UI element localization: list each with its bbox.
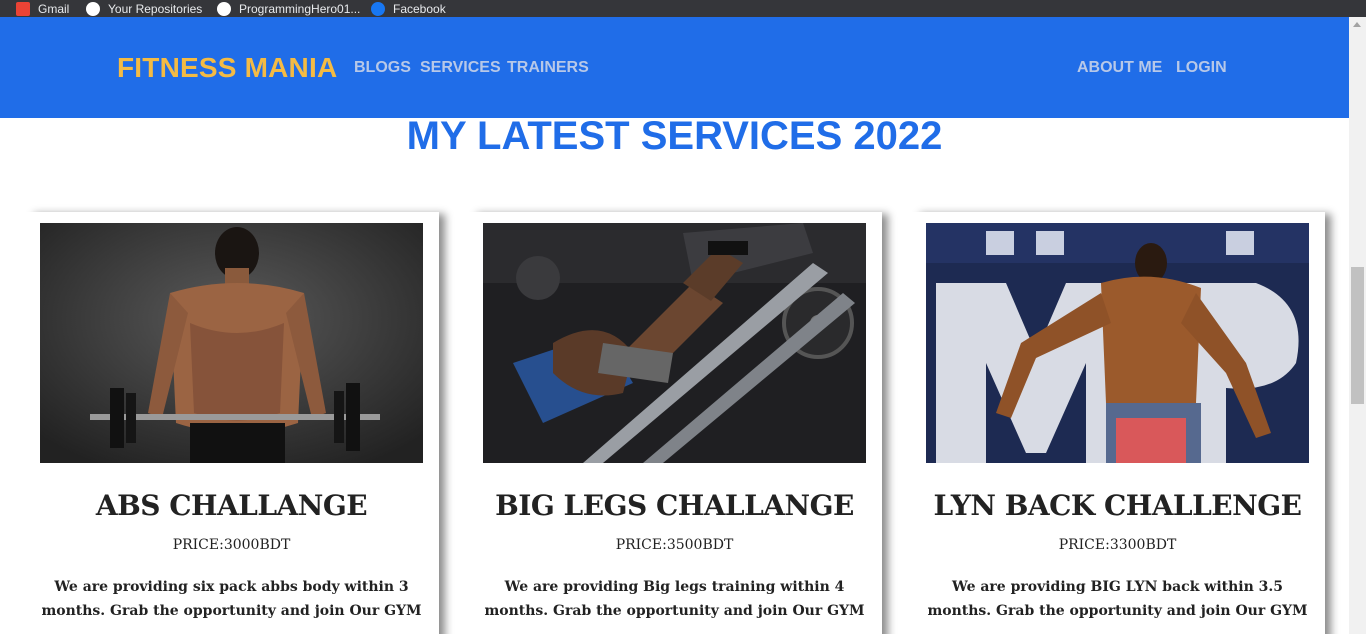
brand-logo[interactable]: FITNESS MANIA bbox=[117, 52, 337, 84]
service-card: ABS CHALLANGE PRICE:3000BDT We are provi… bbox=[24, 212, 439, 634]
bookmark-label: Facebook bbox=[393, 1, 446, 16]
scroll-up-arrow-icon[interactable] bbox=[1353, 22, 1361, 27]
service-description: We are providing six pack abbs body with… bbox=[41, 579, 422, 619]
github-icon bbox=[86, 1, 100, 16]
bookmark-programming-hero[interactable]: ProgrammingHero01... bbox=[217, 0, 360, 17]
nav-link-login[interactable]: LOGIN bbox=[1176, 59, 1227, 77]
service-title: ABS CHALLANGE bbox=[95, 489, 368, 522]
service-price: PRICE:3500BDT bbox=[615, 537, 734, 553]
page-scrollbar[interactable] bbox=[1349, 17, 1366, 634]
bookmark-repositories[interactable]: Your Repositories bbox=[86, 0, 202, 17]
service-description: We are providing Big legs training withi… bbox=[484, 579, 865, 619]
nav-link-services[interactable]: SERVICES bbox=[420, 59, 501, 77]
bookmark-label: Your Repositories bbox=[108, 1, 203, 16]
site-navbar: FITNESS MANIA BLOGS SERVICES TRAINERS AB… bbox=[0, 17, 1349, 118]
bookmark-label: ProgrammingHero01... bbox=[239, 1, 361, 16]
service-title: LYN BACK CHALLENGE bbox=[933, 489, 1302, 522]
service-card: LYN BACK CHALLENGE PRICE:3300BDT We are … bbox=[910, 212, 1325, 634]
facebook-icon bbox=[371, 1, 385, 16]
service-card: BIG LEGS CHALLANGE PRICE:3500BDT We are … bbox=[467, 212, 882, 634]
service-description: We are providing BIG LYN back within 3.5… bbox=[927, 579, 1308, 619]
service-image bbox=[926, 223, 1309, 463]
bodybuilder-back-pose-photo bbox=[926, 223, 1309, 463]
scrollbar-thumb[interactable] bbox=[1351, 267, 1364, 404]
service-price: PRICE:3300BDT bbox=[1058, 537, 1177, 553]
section-title: MY LATEST SERVICES 2022 bbox=[406, 114, 943, 158]
service-image bbox=[40, 223, 423, 463]
gmail-icon bbox=[16, 1, 30, 16]
nav-link-blogs[interactable]: BLOGS bbox=[354, 59, 411, 77]
bookmark-label: Gmail bbox=[38, 1, 70, 16]
man-doing-barbell-curl-photo bbox=[40, 223, 423, 463]
service-price: PRICE:3000BDT bbox=[172, 537, 291, 553]
bookmark-facebook[interactable]: Facebook bbox=[371, 0, 446, 17]
github-icon bbox=[217, 1, 231, 16]
nav-link-trainers[interactable]: TRAINERS bbox=[507, 59, 589, 77]
service-image bbox=[483, 223, 866, 463]
service-title: BIG LEGS CHALLANGE bbox=[495, 489, 854, 522]
bookmark-gmail[interactable]: Gmail bbox=[16, 0, 69, 17]
man-on-leg-press-machine-photo bbox=[483, 223, 866, 463]
bookmarks-bar: Gmail Your Repositories ProgrammingHero0… bbox=[0, 0, 1366, 17]
nav-link-about-me[interactable]: ABOUT ME bbox=[1077, 59, 1162, 77]
